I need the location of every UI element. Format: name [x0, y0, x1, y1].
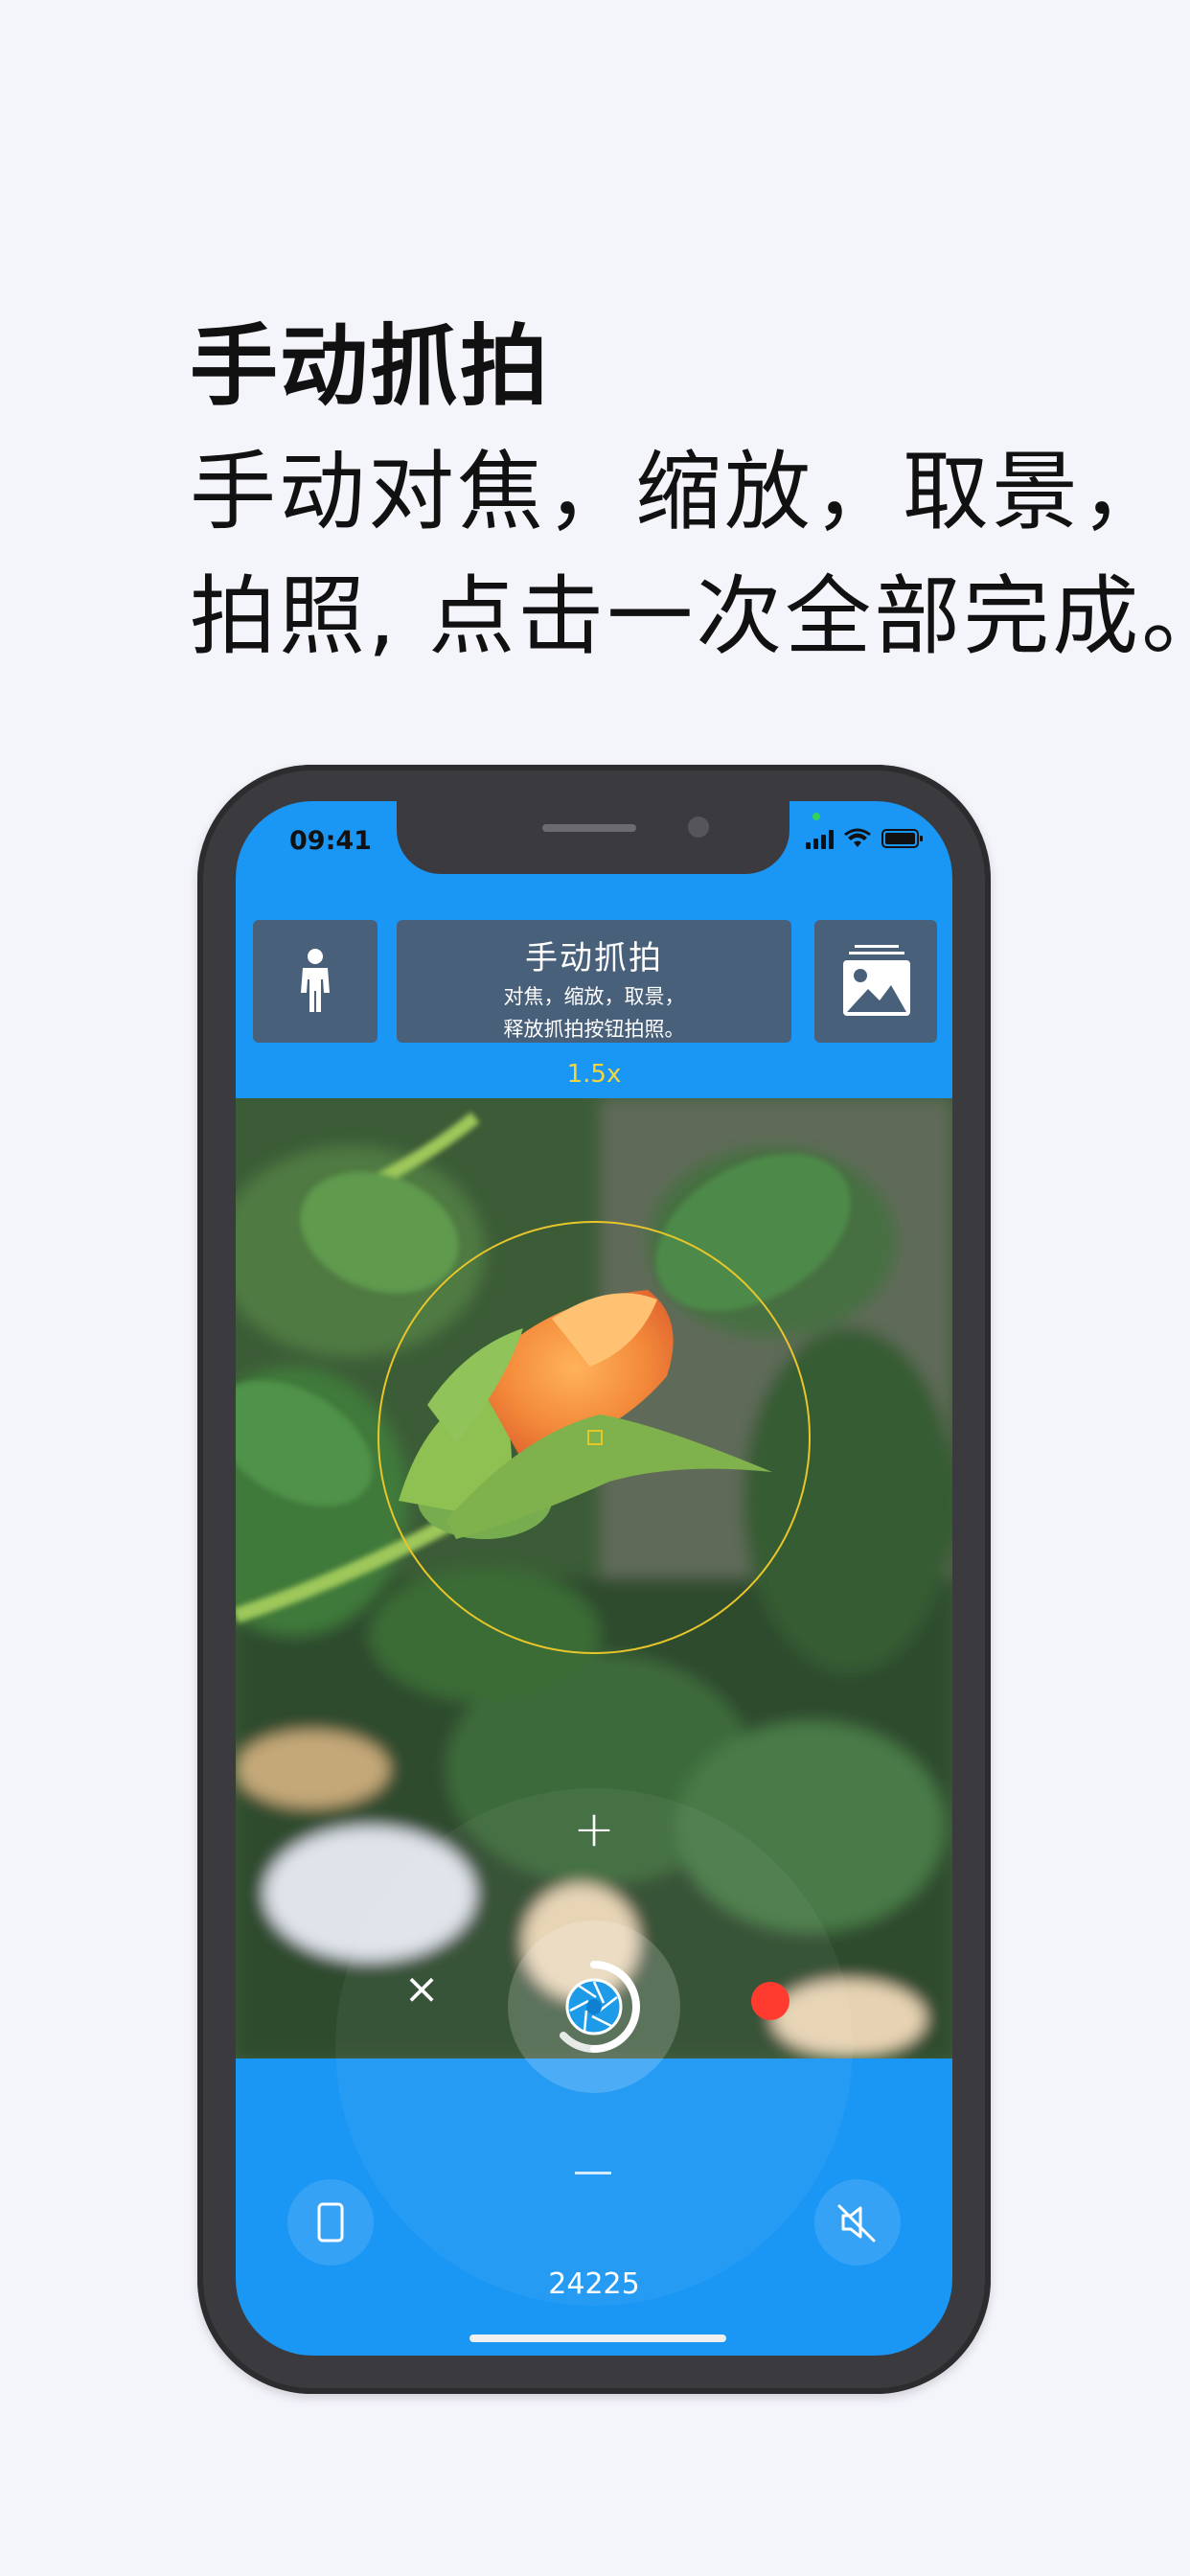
phone-outline-icon	[317, 2202, 344, 2242]
shutter-button[interactable]	[542, 1955, 646, 2058]
phone-screen: 09:41 手动抓拍 对焦，缩放，取景， 释放抓拍按钮拍照。 1.5x + × …	[236, 801, 952, 2356]
status-icons	[806, 828, 924, 849]
promo-subtitle-line1: 手动对焦，缩放，取景，	[190, 442, 1170, 542]
phone-notch	[397, 801, 790, 874]
cancel-button[interactable]: ×	[400, 1968, 443, 2011]
zoom-level[interactable]: 1.5x	[236, 1060, 952, 1089]
aperture-icon	[560, 1961, 640, 2053]
speaker-grill	[542, 824, 636, 832]
person-icon	[301, 949, 330, 1012]
zoom-in-button[interactable]: +	[573, 1805, 615, 1854]
front-camera	[688, 816, 709, 838]
signal-icon	[806, 828, 834, 849]
mode-title: 手动抓拍	[525, 939, 663, 978]
home-indicator[interactable]	[469, 2334, 726, 2342]
orientation-button[interactable]	[287, 2179, 374, 2266]
wifi-icon	[844, 828, 871, 847]
promo-subtitle-line2: 拍照, 点击一次全部完成。	[190, 566, 1190, 667]
mute-button[interactable]	[814, 2179, 901, 2266]
record-button[interactable]	[751, 1982, 790, 2020]
mode-description-line2: 释放抓拍按钮拍照。	[503, 1018, 685, 1041]
battery-icon	[881, 829, 923, 848]
gallery-button[interactable]	[814, 920, 937, 1043]
speaker-muted-icon	[837, 2204, 876, 2242]
mode-description-line1: 对焦，缩放，取景，	[503, 985, 685, 1008]
focus-point	[587, 1430, 603, 1445]
zoom-out-button[interactable]	[575, 2172, 611, 2174]
camera-indicator-dot	[812, 813, 820, 820]
shot-counter: 24225	[548, 2267, 640, 2301]
mode-info-panel[interactable]: 手动抓拍 对焦，缩放，取景， 释放抓拍按钮拍照。	[397, 920, 791, 1043]
app-store-screenshot: 手动抓拍 手动对焦，缩放，取景， 拍照, 点击一次全部完成。 09:41 手动抓…	[0, 0, 1190, 2576]
status-time: 09:41	[289, 826, 372, 856]
promo-title: 手动抓拍	[190, 315, 551, 418]
person-mode-button[interactable]	[253, 920, 378, 1043]
gallery-icon	[843, 945, 910, 1016]
